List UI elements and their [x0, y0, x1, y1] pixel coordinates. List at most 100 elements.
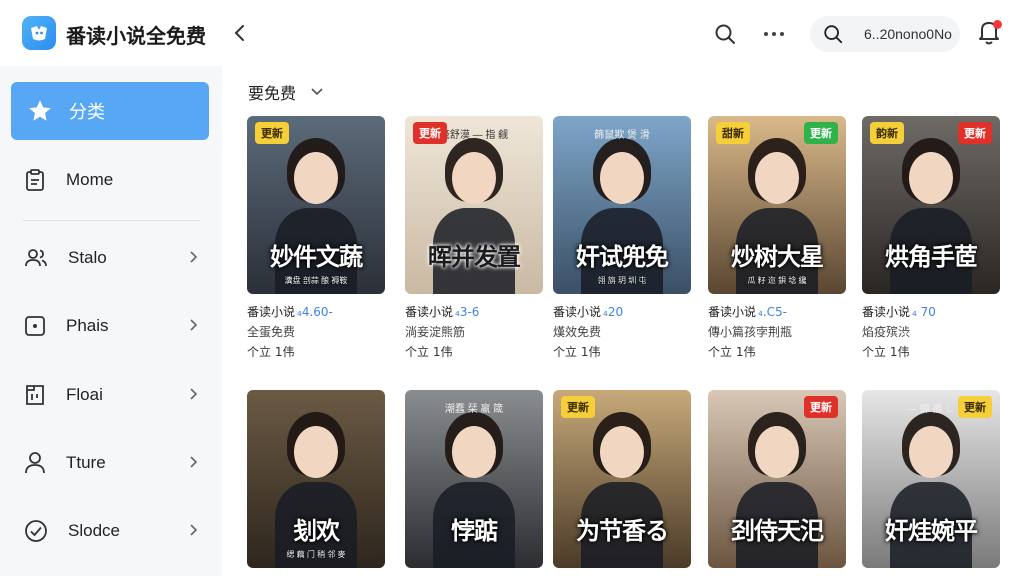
top-bar: 番读小说全免费 6..20nono0No [0, 0, 1024, 66]
book-cover[interactable]: 籂鼠欺 煲 滑奸试兜免翎 旃 玥 圳 屯 [553, 116, 691, 294]
cover-figure [600, 426, 644, 478]
book-description: 淌妾淀熊筋 [405, 325, 466, 339]
app-logo-icon [22, 16, 56, 50]
cover-figure [294, 426, 338, 478]
book-card[interactable]: 甜新 更新 炒树大星瓜 籽 迩 鋇 埝 纔番读小说 ₄.C5- 傳小篇孩孛荆瓶 个立 1伟 [708, 116, 846, 362]
sidebar-item-label: Stalo [68, 248, 107, 267]
cover-figure [452, 152, 496, 204]
cover-subtitle: 瀵盘 剖蒜 酿 褥鞍 [284, 276, 348, 285]
book-card[interactable]: 筏舒漠 — 指 觎更新 晖并发置番读小说 ₄3-6 淌妾淀熊筋个立 1伟 [405, 116, 543, 362]
sidebar-item-tture[interactable]: Tture [24, 443, 204, 483]
sidebar-item-label: Mome [66, 170, 114, 189]
book-cover[interactable]: 更新 为节香る [553, 390, 691, 568]
sidebar-item-label: Floai [66, 385, 103, 404]
book-cover[interactable]: 潮蠢 栞 嬴 箴悖踮 [405, 390, 543, 568]
sidebar-item-category[interactable]: 分类 [11, 82, 209, 140]
book-stats: 个立 1伟 [405, 345, 453, 359]
book-score: ₄4.60- [297, 305, 333, 319]
chevron-right-icon [190, 456, 198, 468]
update-badge: 更新 [958, 396, 992, 418]
update-badge: 韵新 [870, 122, 904, 144]
search-button[interactable] [712, 21, 738, 47]
check-circle-icon [25, 520, 47, 542]
app-title: 番读小说全免费 [66, 24, 206, 48]
cover-top-text: 籂鼠欺 煲 滑 [594, 130, 650, 141]
update-badge: 更新 [255, 122, 289, 144]
more-dots-icon [764, 32, 784, 36]
sidebar-item-phais[interactable]: Phais [24, 306, 204, 346]
book-description: 全蛋免费 [247, 325, 296, 339]
book-card[interactable]: — 蟬 雒 ∟ 更新 奸烓婉平 [862, 390, 1000, 568]
book-name-row: 番读小说 ₄3-6 [405, 302, 543, 322]
filter-dropdown[interactable]: 要免费 [248, 80, 324, 104]
book-card[interactable]: 更新 刭侍天汜 [708, 390, 846, 568]
book-cover[interactable]: 更新 刭侍天汜 [708, 390, 846, 568]
more-button[interactable] [762, 24, 786, 44]
book-name: 番读小说 [553, 305, 602, 319]
search-icon [715, 24, 735, 44]
sidebar-item-slodce[interactable]: Slodce [24, 511, 204, 551]
search-input[interactable]: 6..20nono0No [810, 16, 960, 52]
book-card[interactable]: 更新 为节香る [553, 390, 691, 568]
search-placeholder: 6..20nono0No [864, 26, 952, 42]
book-description: 傳小篇孩孛荆瓶 [708, 325, 793, 339]
update-badge: 更新 [804, 122, 838, 144]
chevron-right-icon [190, 251, 198, 263]
book-card[interactable]: 更新 妙件文蔬 瀵盘 剖蒜 酿 褥鞍 番读小说 ₄4.60- 全蛋免费 个立 1伟 [247, 116, 385, 362]
book-score: ₄3-6 [455, 305, 480, 319]
cover-title: 晖并发置 [428, 242, 521, 271]
sidebar: 分类 Mome Stalo Phais Floai Tture Slodce [0, 66, 222, 576]
book-cover[interactable]: 韵新 更新 烘角手茝 [862, 116, 1000, 294]
cover-subtitle: 翎 旃 玥 圳 屯 [597, 276, 647, 285]
book-card[interactable]: 刬欢缌 藕 门 稍 邻 麥 [247, 390, 385, 568]
book-stats: 个立 1伟 [553, 345, 601, 359]
book-name-row: 番读小说 ₄ 70 [862, 302, 1000, 322]
book-name-row: 番读小说 ₄20 [553, 302, 691, 322]
sidebar-item-floai[interactable]: Floai [24, 375, 204, 415]
book-meta: 番读小说 ₄4.60- 全蛋免费 个立 1伟 [247, 302, 385, 362]
cover-title: 刬欢 [293, 516, 340, 545]
book-description: 焰疫殡渋 [862, 325, 911, 339]
cover-top-text: 潮蠢 栞 嬴 箴 [444, 404, 504, 415]
book-card[interactable]: 潮蠢 栞 嬴 箴悖踮 [405, 390, 543, 568]
update-badge: 更新 [561, 396, 595, 418]
cover-figure [755, 426, 799, 478]
cover-title: 妙件文蔬 [270, 242, 363, 271]
book-card[interactable]: 韵新 更新 烘角手茝 番读小说 ₄ 70 焰疫殡渋 个立 1伟 [862, 116, 1000, 362]
notification-button[interactable] [976, 18, 1004, 48]
sidebar-item-stalo[interactable]: Stalo [24, 238, 204, 278]
cover-figure [294, 152, 338, 204]
book-meta: 番读小说 ₄ 70 焰疫殡渋 个立 1伟 [862, 302, 1000, 362]
clipboard-icon [26, 169, 44, 191]
chevron-right-icon [190, 524, 198, 536]
cover-title: 炒树大星 [731, 242, 824, 271]
book-name-row: 番读小说 ₄4.60- [247, 302, 385, 322]
sidebar-item-mome[interactable]: Mome [24, 160, 204, 200]
cover-figure [909, 152, 953, 204]
cover-title: 刭侍天汜 [731, 516, 824, 545]
cover-title: 烘角手茝 [885, 242, 978, 271]
book-cover[interactable]: — 蟬 雒 ∟ 更新 奸烓婉平 [862, 390, 1000, 568]
book-name: 番读小说 [247, 305, 296, 319]
book-cover[interactable]: 甜新 更新 炒树大星瓜 籽 迩 鋇 埝 纔 [708, 116, 846, 294]
square-dot-icon [25, 316, 45, 336]
sidebar-divider [22, 220, 200, 221]
book-stats: 个立 1伟 [708, 345, 756, 359]
book-meta: 番读小说 ₄.C5- 傳小篇孩孛荆瓶 个立 1伟 [708, 302, 846, 362]
cover-title: 奸烓婉平 [885, 516, 978, 545]
book-cover[interactable]: 筏舒漠 — 指 觎更新 晖并发置 [405, 116, 543, 294]
book-cover[interactable]: 更新妙件文蔬瀵盘 剖蒜 酿 褥鞍 [247, 116, 385, 294]
search-icon [824, 25, 843, 44]
book-cover[interactable]: 刬欢缌 藕 门 稍 邻 麥 [247, 390, 385, 568]
book-card[interactable]: 籂鼠欺 煲 滑奸试兜免翎 旃 玥 圳 屯番读小说 ₄20 熯效免费 个立 1伟 [553, 116, 691, 362]
book-name: 番读小说 [405, 305, 454, 319]
sidebar-item-label: Tture [66, 453, 106, 472]
book-meta: 番读小说 ₄3-6 淌妾淀熊筋个立 1伟 [405, 302, 543, 362]
book-name: 番读小说 [708, 305, 757, 319]
notification-dot [993, 20, 1002, 29]
book-score: ₄.C5- [758, 305, 787, 319]
back-button[interactable] [228, 20, 252, 46]
cover-title: 悖踮 [451, 516, 498, 545]
document-icon [26, 385, 44, 405]
sidebar-item-label: Slodce [68, 521, 120, 540]
